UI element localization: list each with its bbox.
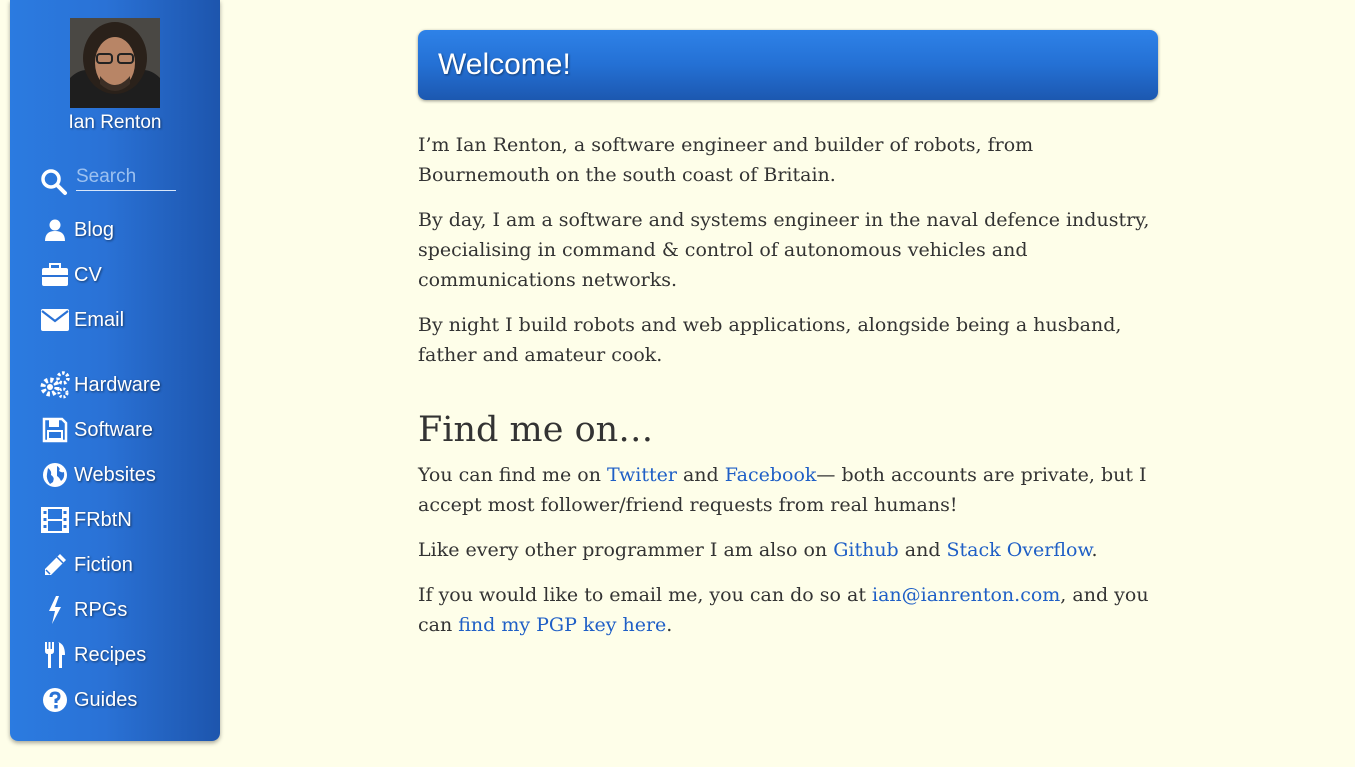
nav-item-websites[interactable]: Websites	[40, 458, 210, 492]
facebook-link[interactable]: Facebook	[725, 464, 817, 486]
pencil-icon	[40, 550, 70, 580]
nav-item-blog[interactable]: Blog	[40, 213, 210, 247]
text: You can find me on	[418, 464, 607, 486]
text: .	[1091, 539, 1098, 561]
article: I’m Ian Renton, a software engineer and …	[418, 130, 1158, 640]
intro-paragraph: I’m Ian Renton, a software engineer and …	[418, 134, 1034, 186]
question-circle-icon	[40, 685, 70, 715]
nav-label: Websites	[74, 463, 156, 486]
nav-label: Guides	[74, 688, 138, 711]
film-icon	[40, 505, 70, 535]
nav-item-software[interactable]: Software	[40, 413, 210, 447]
nav-label: Software	[74, 418, 153, 441]
nav-label: Recipes	[74, 643, 147, 666]
user-icon	[40, 215, 70, 245]
envelope-icon	[40, 305, 70, 335]
nav-label: Fiction	[74, 553, 133, 576]
text: and	[676, 464, 725, 486]
day-job-paragraph: By day, I am a software and systems engi…	[418, 209, 1150, 291]
email-link[interactable]: ian@ianrenton.com	[872, 584, 1060, 606]
nav-item-hardware[interactable]: Hardware	[40, 368, 210, 402]
text: If you would like to email me, you can d…	[418, 584, 872, 606]
pgp-key-link[interactable]: find my PGP key here	[458, 614, 666, 636]
nav-label: FRbtN	[74, 508, 132, 531]
page-title: Welcome!	[438, 48, 571, 81]
gears-icon	[40, 370, 70, 400]
nav-item-guides[interactable]: Guides	[40, 683, 210, 717]
search-icon[interactable]	[40, 168, 70, 198]
night-paragraph: By night I build robots and web applicat…	[418, 314, 1122, 366]
nav-item-rpgs[interactable]: RPGs	[40, 593, 210, 627]
text: .	[666, 614, 673, 636]
sidebar: Ian Renton Blog CV Email Hardware	[10, 0, 220, 741]
nav-item-email[interactable]: Email	[40, 303, 210, 337]
search-input[interactable]	[76, 164, 176, 191]
user-name: Ian Renton	[68, 112, 162, 133]
briefcase-icon	[40, 260, 70, 290]
nav-label: CV	[74, 263, 102, 286]
find-me-heading: Find me on…	[418, 410, 654, 450]
nav-item-cv[interactable]: CV	[40, 258, 210, 292]
social-paragraph: You can find me on Twitter and Facebook—…	[418, 460, 1158, 520]
avatar[interactable]	[70, 18, 160, 108]
floppy-disk-icon	[40, 415, 70, 445]
lightning-icon	[40, 595, 70, 625]
cutlery-icon	[40, 640, 70, 670]
search-bar	[40, 164, 180, 196]
text: and	[898, 539, 947, 561]
email-paragraph: If you would like to email me, you can d…	[418, 580, 1158, 640]
globe-icon	[40, 460, 70, 490]
main-content: Welcome! I’m Ian Renton, a software engi…	[418, 30, 1158, 655]
nav-label: Blog	[74, 218, 115, 241]
nav-label: Email	[74, 308, 125, 331]
github-link[interactable]: Github	[833, 539, 899, 561]
stackoverflow-link[interactable]: Stack Overflow	[947, 539, 1092, 561]
welcome-banner: Welcome!	[418, 30, 1158, 100]
text: Like every other programmer I am also on	[418, 539, 834, 561]
nav-item-frbtn[interactable]: FRbtN	[40, 503, 210, 537]
nav-item-recipes[interactable]: Recipes	[40, 638, 210, 672]
nav-item-fiction[interactable]: Fiction	[40, 548, 210, 582]
nav-label: RPGs	[74, 598, 128, 621]
nav-label: Hardware	[74, 373, 161, 396]
twitter-link[interactable]: Twitter	[607, 464, 677, 486]
dev-paragraph: Like every other programmer I am also on…	[418, 535, 1158, 565]
